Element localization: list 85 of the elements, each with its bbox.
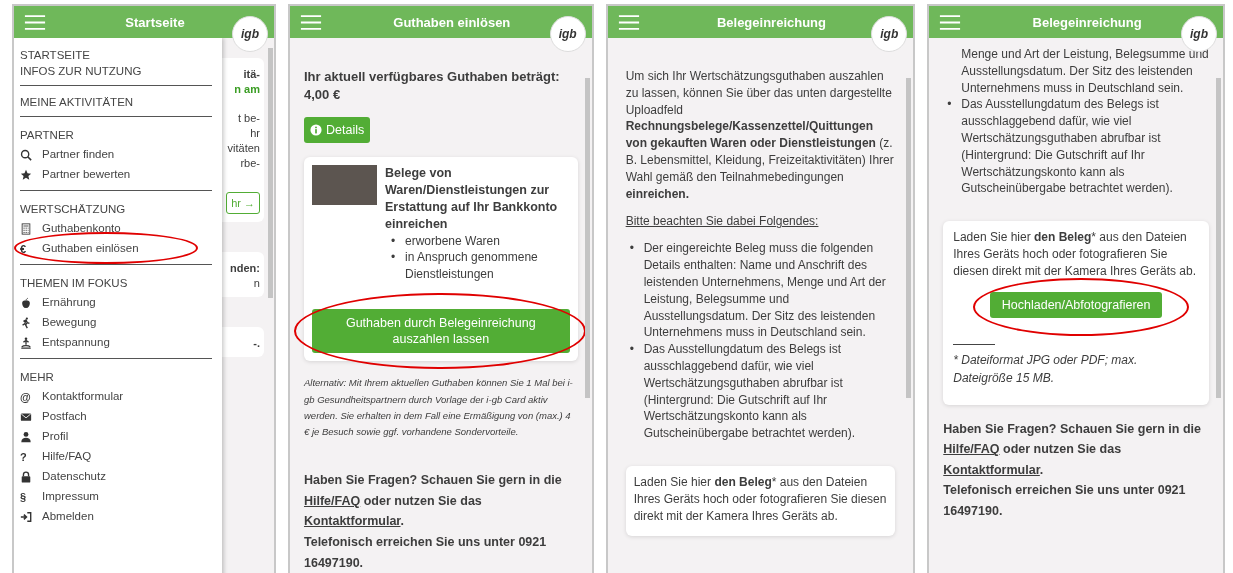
menu-item[interactable]: Partner bewerten	[20, 164, 213, 184]
logo[interactable]: igb	[232, 16, 268, 52]
page-title: Startseite	[124, 14, 186, 30]
menu-icon[interactable]	[300, 13, 322, 31]
scrollbar[interactable]	[268, 48, 273, 298]
menu-section-header: WERTSCHÄTZUNG	[20, 202, 127, 217]
faq-link[interactable]: Hilfe/FAQ	[304, 493, 361, 508]
runner-icon	[20, 317, 32, 329]
bullet-marker: •	[391, 232, 397, 250]
menu-icon[interactable]	[24, 13, 46, 31]
photo-placeholder	[312, 165, 377, 206]
partial-text: vitäten	[227, 142, 260, 154]
list-item: erworbene Waren	[405, 232, 500, 250]
logo[interactable]: igb	[871, 16, 908, 52]
bullet-marker: •	[629, 341, 635, 359]
search-icon	[20, 149, 32, 161]
list-item: Der eingereichte Beleg muss die folgenden Details enthalten: Name und Anschrift des leistenden Unternehmens, Menge und Art der Leistung, Belegsumme und Ausstellungsdatum. Der Sitz des leistenden Unternehmens muss in Deutschland sein.	[643, 240, 887, 342]
menu-item[interactable]: Guthabenkonto	[20, 218, 213, 238]
menu-item[interactable]: ? Hilfe/FAQ	[20, 446, 213, 466]
menu-icon[interactable]	[617, 13, 640, 31]
menu-item[interactable]: STARTSEITE	[20, 47, 213, 63]
list-item: Das Ausstellungdatum des Belegs ist ausschlaggebend dafür, wie viel Wertschätzungsguthaben abrufbar ist (Hintergrund: Die Gutschrift auf Ihr Wertschätzungskonto kann als Gutscheinübergabe betrachtet werden).	[961, 96, 1174, 198]
menu-section-header: PARTNER	[20, 128, 75, 143]
menu-item[interactable]: @ Kontaktformular	[20, 386, 213, 406]
star-icon	[20, 169, 32, 181]
page-title: Belegeinreichung	[1031, 14, 1143, 30]
menu-icon[interactable]	[939, 13, 962, 31]
menu-item[interactable]: MEINE AKTIVITÄTEN	[20, 94, 213, 110]
help-text: Haben Sie Fragen? Schauen Sie gern in die Hilfe/FAQ oder nutzen Sie das Kontaktformular. Telefonisch erreichen Sie uns unter 0921 16497190.	[943, 420, 1202, 521]
logout-icon	[20, 511, 32, 523]
partial-text: hr	[250, 127, 260, 139]
scrollbar[interactable]	[584, 78, 590, 398]
logo[interactable]: igb	[549, 16, 586, 52]
menu-glyph-icon: ?	[20, 451, 32, 463]
lock-icon	[20, 471, 32, 483]
menu-item[interactable]: Datenschutz	[20, 466, 213, 486]
menu-item[interactable]: Ernährung	[20, 292, 213, 312]
menu-item[interactable]: § Impressum	[20, 486, 213, 506]
meditation-icon	[20, 337, 32, 349]
menu-section-header: THEMEN IM FOKUS	[20, 276, 129, 291]
bullet-marker: •	[391, 249, 397, 267]
partial-text: n	[253, 277, 260, 289]
balance-text: Ihr aktuell verfügbares Guthaben beträgt: 4,00 €	[304, 68, 561, 104]
contact-form-link[interactable]: Kontaktformular	[304, 514, 401, 529]
section-heading: Bitte beachten Sie dabei Folgendes:	[625, 214, 820, 229]
menu-item[interactable]: € Guthaben einlösen	[20, 238, 213, 258]
menu-item[interactable]: Profil	[20, 426, 213, 446]
menu-glyph-icon: @	[20, 391, 32, 403]
menu-glyph-icon: €	[20, 243, 32, 255]
note-text: Alternativ: Mit Ihrem aktuellen Guthaben können Sie 1 Mal bei i-gb Gesundheitspartnern durch Vorlage der i-gb Card aktiv werden. Sie erhalten in dem Fall eine Ermäßigung von (max.) 4 € je Besuch sowie ggf. vorhandene Sondervorteile.	[304, 376, 574, 439]
list-item: Das Ausstellungdatum des Belegs ist ausschlaggebend dafür, wie viel Wertschätzungsguthaben abrufbar ist (Hintergrund: Die Gutschrift auf Ihr Wertschätzungskonto kann als Gutscheinübergabe betrachtet werden).	[643, 341, 857, 442]
mail-icon	[20, 411, 32, 423]
faq-link[interactable]: Hilfe/FAQ	[943, 442, 1000, 457]
upload-text: Laden Sie hier den Beleg* aus den Dateien Ihres Geräts hoch oder fotografieren Sie diesen direkt mit der Kamera Ihres Geräts ab.	[953, 229, 1198, 280]
scrollbar[interactable]	[1216, 78, 1221, 398]
user-icon	[20, 431, 32, 443]
menu-item[interactable]: Abmelden	[20, 506, 213, 526]
page-title: Guthaben einlösen	[392, 14, 512, 30]
partial-text: itä-	[243, 68, 260, 80]
apple-icon	[20, 297, 32, 309]
menu-section-header: MEHR	[20, 370, 55, 385]
menu-item[interactable]: Entspannung	[20, 332, 213, 352]
bullet-marker: •	[947, 96, 953, 114]
file-format-note: * Dateiformat JPG oder PDF; max. Dateigröße 15 MB.	[953, 351, 1139, 387]
menu-item[interactable]: Bewegung	[20, 312, 213, 332]
calculator-icon	[20, 223, 32, 235]
offer-title: Belege von Waren/Dienstleistungen zur Erstattung auf Ihr Bankkonto einreichen	[385, 165, 559, 233]
menu-item[interactable]: Postfach	[20, 406, 213, 426]
partial-text: nden:	[230, 262, 260, 274]
scrollbar[interactable]	[906, 78, 912, 398]
list-item: in Anspruch genommene Dienstleistungen	[405, 249, 539, 283]
info-icon	[310, 124, 322, 137]
page-title: Belegeinreichung	[715, 14, 827, 30]
partial-text: rbe-	[240, 157, 260, 169]
partial-text: n am	[234, 83, 260, 95]
partial-text: -.	[253, 337, 260, 349]
bullet-marker: •	[629, 240, 635, 258]
partial-text: t be-	[237, 112, 260, 124]
menu-item[interactable]: INFOS ZUR NUTZUNG	[20, 63, 213, 79]
menu-item[interactable]: Partner finden	[20, 144, 213, 164]
contact-form-link[interactable]: Kontaktformular	[943, 462, 1040, 477]
upload-text: Laden Sie hier den Beleg* aus den Dateien Ihres Geräts hoch oder fotografieren Sie diesen direkt mit der Kamera Ihres Geräts ab.	[633, 473, 888, 525]
intro-text: Um sich Ihr Wertschätzungsguthaben auszahlen zu lassen, können Sie über das unten dargestellte Uploadfeld Rechnungsbelege/Kassenzettel/Quittungen von gekauften Waren oder Dienstleistungen (z. B. Lebensmittel, Kleidung, Freizeitaktivitäten) Ihrer Wahl gemäß den Teilnahmebedingungen einreichen.	[625, 68, 895, 203]
menu-glyph-icon: §	[20, 491, 32, 503]
help-text: Haben Sie Fragen? Schauen Sie gern in die Hilfe/FAQ oder nutzen Sie das Kontaktformular. Telefonisch erreichen Sie uns unter 0921 16497190.	[304, 472, 563, 572]
